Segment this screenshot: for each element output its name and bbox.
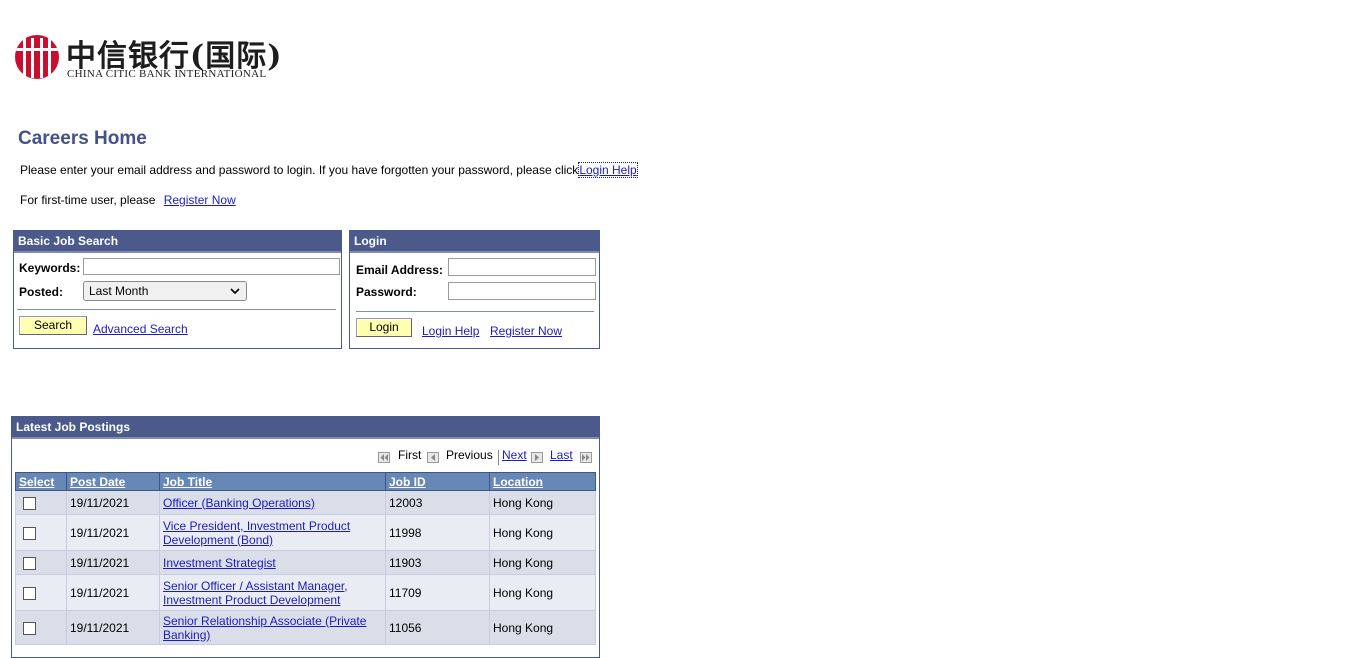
search-divider <box>17 309 336 310</box>
job-title-link[interactable]: Senior Officer / Assistant Manager, Inve… <box>163 579 348 607</box>
posted-selected-value: Last Month <box>89 284 149 298</box>
pagination-separator <box>498 450 499 465</box>
post-date-cell: 19/11/2021 <box>66 490 160 515</box>
post-date-cell: 19/11/2021 <box>66 610 160 645</box>
post-date-cell: 19/11/2021 <box>66 550 160 575</box>
table-row: 19/11/2021 Senior Relationship Associate… <box>15 610 596 645</box>
login-button[interactable]: Login <box>356 318 412 337</box>
job-title-cell: Senior Relationship Associate (Private B… <box>159 610 386 645</box>
next-page-link[interactable]: Next <box>502 448 527 462</box>
row-checkbox[interactable] <box>23 556 36 570</box>
latest-job-postings-header: Latest Job Postings <box>12 417 599 439</box>
job-title-link[interactable]: Investment Strategist <box>163 556 276 570</box>
job-title-link[interactable]: Vice President, Investment Product Devel… <box>163 519 350 547</box>
login-divider <box>356 311 594 312</box>
location-cell: Hong Kong <box>489 550 596 575</box>
job-id-cell: 11903 <box>385 550 490 575</box>
location-cell: Hong Kong <box>489 514 596 551</box>
job-title-link[interactable]: Officer (Banking Operations) <box>163 496 315 510</box>
job-id-cell: 11056 <box>385 610 490 645</box>
email-address-label: Email Address: <box>356 263 443 277</box>
job-title-cell: Vice President, Investment Product Devel… <box>159 514 386 551</box>
job-id-cell: 11709 <box>385 574 490 611</box>
select-cell <box>15 514 67 551</box>
row-checkbox[interactable] <box>23 621 36 635</box>
select-cell <box>15 610 67 645</box>
job-postings-table: Select Post Date Job Title Job ID Locati… <box>15 472 596 645</box>
login-header: Login <box>350 231 599 253</box>
first-time-text: For first-time user, please Register Now <box>20 193 236 207</box>
chevron-down-icon <box>230 288 240 295</box>
job-id-cell: 12003 <box>385 490 490 515</box>
login-panel: Login Email Address: Password: Login Log… <box>349 230 600 349</box>
page-title: Careers Home <box>18 128 147 149</box>
posted-select[interactable]: Last Month <box>83 281 247 301</box>
row-checkbox[interactable] <box>23 586 36 600</box>
column-header-job-id[interactable]: Job ID <box>385 472 490 491</box>
post-date-cell: 19/11/2021 <box>66 574 160 611</box>
job-title-link[interactable]: Senior Relationship Associate (Private B… <box>163 614 366 642</box>
table-row: 19/11/2021 Investment Strategist 11903 H… <box>15 550 596 575</box>
email-address-field[interactable] <box>448 258 596 276</box>
logo-english-name: CHINA CITIC BANK INTERNATIONAL <box>67 68 267 80</box>
first-page-icon <box>378 452 390 463</box>
last-page-link[interactable]: Last <box>550 448 573 462</box>
intro-message: Please enter your email address and pass… <box>20 163 579 177</box>
job-title-cell: Officer (Banking Operations) <box>159 490 386 515</box>
column-header-post-date[interactable]: Post Date <box>66 472 160 491</box>
login-help-link-top[interactable]: Login Help <box>578 162 638 178</box>
location-cell: Hong Kong <box>489 574 596 611</box>
password-label: Password: <box>356 285 417 299</box>
previous-page-icon <box>427 452 439 463</box>
keywords-input[interactable] <box>83 258 340 275</box>
location-cell: Hong Kong <box>489 610 596 645</box>
select-cell <box>15 550 67 575</box>
first-page-label: First <box>398 448 422 462</box>
row-checkbox[interactable] <box>23 496 36 510</box>
post-date-cell: 19/11/2021 <box>66 514 160 551</box>
location-cell: Hong Kong <box>489 490 596 515</box>
register-now-link[interactable]: Register Now <box>490 324 562 338</box>
job-title-cell: Senior Officer / Assistant Manager, Inve… <box>159 574 386 611</box>
register-now-link-top[interactable]: Register Now <box>164 193 236 207</box>
search-button[interactable]: Search <box>19 316 87 335</box>
select-cell <box>15 490 67 515</box>
basic-job-search-panel: Basic Job Search Keywords: Posted: Last … <box>13 230 342 349</box>
citic-logo-icon <box>15 35 59 79</box>
last-page-icon[interactable] <box>580 452 592 463</box>
job-title-cell: Investment Strategist <box>159 550 386 575</box>
table-row: 19/11/2021 Vice President, Investment Pr… <box>15 514 596 551</box>
next-page-icon[interactable] <box>531 452 543 463</box>
job-id-cell: 11998 <box>385 514 490 551</box>
column-header-location[interactable]: Location <box>489 472 596 491</box>
table-row: 19/11/2021 Senior Officer / Assistant Ma… <box>15 574 596 611</box>
previous-page-label: Previous <box>446 448 493 462</box>
keywords-label: Keywords: <box>19 261 81 275</box>
password-field[interactable] <box>448 282 596 300</box>
login-help-link[interactable]: Login Help <box>422 324 479 338</box>
column-header-select[interactable]: Select <box>15 472 67 491</box>
first-time-message: For first-time user, please <box>20 193 156 207</box>
column-header-job-title[interactable]: Job Title <box>159 472 386 491</box>
posted-label: Posted: <box>19 285 64 299</box>
table-row: 19/11/2021 Officer (Banking Operations) … <box>15 490 596 515</box>
row-checkbox[interactable] <box>23 526 36 540</box>
select-cell <box>15 574 67 611</box>
citic-logo: 中信银行(国际) CHINA CITIC BANK INTERNATIONAL <box>14 33 281 83</box>
advanced-search-link[interactable]: Advanced Search <box>93 322 188 336</box>
basic-job-search-header: Basic Job Search <box>14 231 341 253</box>
pagination: First Previous Next Last <box>378 448 598 466</box>
table-header-row: Select Post Date Job Title Job ID Locati… <box>15 472 596 491</box>
intro-text: Please enter your email address and pass… <box>20 162 638 178</box>
